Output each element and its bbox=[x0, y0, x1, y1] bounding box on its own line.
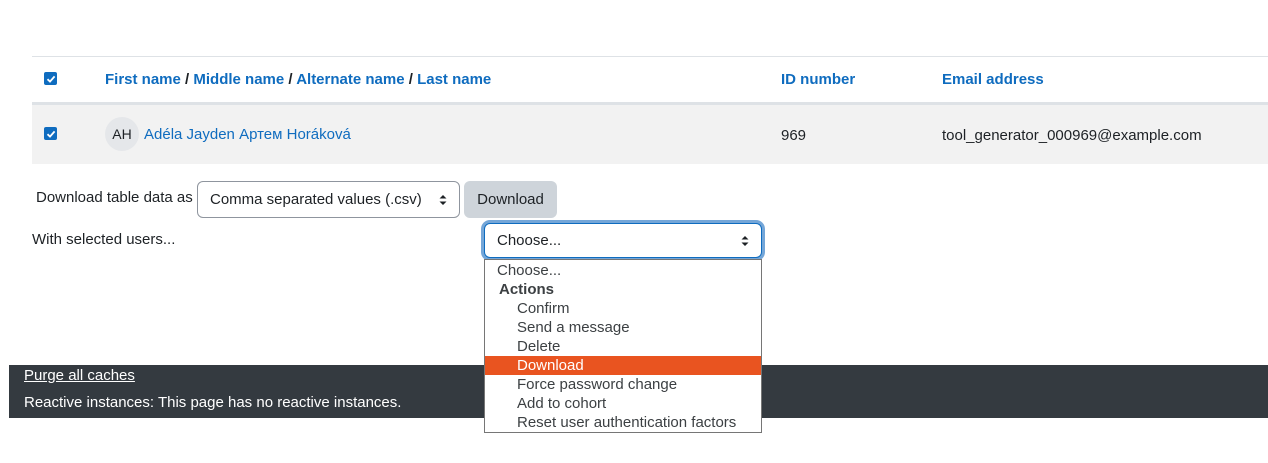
option-reset-auth-factors[interactable]: Reset user authentication factors bbox=[485, 413, 761, 432]
select-all-checkbox[interactable] bbox=[44, 72, 57, 85]
check-icon bbox=[46, 75, 55, 83]
sort-last-name-link[interactable]: Last name bbox=[417, 71, 491, 88]
name-column-header: First name / Middle name / Alternate nam… bbox=[105, 71, 491, 88]
select-arrows-icon bbox=[439, 194, 447, 205]
reactive-instances-text: Reactive instances: This page has no rea… bbox=[24, 394, 402, 411]
option-add-to-cohort[interactable]: Add to cohort bbox=[485, 394, 761, 413]
name-separator: / bbox=[404, 71, 418, 88]
download-format-select[interactable]: Comma separated values (.csv) bbox=[197, 181, 460, 218]
row-select-checkbox[interactable] bbox=[44, 127, 57, 140]
table-row: AH Adéla Jayden Артем Horáková 969 tool_… bbox=[32, 105, 1268, 164]
download-format-value: Comma separated values (.csv) bbox=[210, 191, 422, 208]
name-separator: / bbox=[284, 71, 297, 88]
option-download[interactable]: Download bbox=[485, 356, 761, 375]
sort-first-name-link[interactable]: First name bbox=[105, 71, 181, 88]
option-delete[interactable]: Delete bbox=[485, 337, 761, 356]
bulk-action-label: With selected users... bbox=[32, 231, 176, 248]
purge-caches-link[interactable]: Purge all caches bbox=[24, 367, 135, 384]
option-confirm[interactable]: Confirm bbox=[485, 299, 761, 318]
sort-email-link[interactable]: Email address bbox=[942, 71, 1044, 88]
bulk-action-select[interactable]: Choose... bbox=[484, 223, 762, 258]
optgroup-actions: Actions bbox=[499, 281, 555, 298]
sort-alternate-name-link[interactable]: Alternate name bbox=[296, 71, 404, 88]
check-icon bbox=[46, 130, 55, 138]
table-header: First name / Middle name / Alternate nam… bbox=[32, 57, 1268, 103]
bulk-action-dropdown: Choose... Actions Confirm Send a message… bbox=[484, 259, 762, 433]
email-cell: tool_generator_000969@example.com bbox=[942, 127, 1202, 144]
option-choose[interactable]: Choose... bbox=[485, 261, 761, 280]
sort-id-number-link[interactable]: ID number bbox=[781, 71, 855, 88]
bulk-action-value: Choose... bbox=[497, 232, 562, 249]
name-separator: / bbox=[180, 71, 194, 88]
select-arrows-icon bbox=[741, 235, 749, 246]
avatar: AH bbox=[105, 117, 139, 151]
download-button[interactable]: Download bbox=[464, 181, 557, 218]
user-profile-link[interactable]: Adéla Jayden Артем Horáková bbox=[144, 126, 351, 143]
option-force-password-change[interactable]: Force password change bbox=[485, 375, 761, 394]
id-number-cell: 969 bbox=[781, 127, 807, 144]
option-send-message[interactable]: Send a message bbox=[485, 318, 761, 337]
sort-middle-name-link[interactable]: Middle name bbox=[193, 71, 284, 88]
download-label: Download table data as bbox=[36, 189, 193, 206]
